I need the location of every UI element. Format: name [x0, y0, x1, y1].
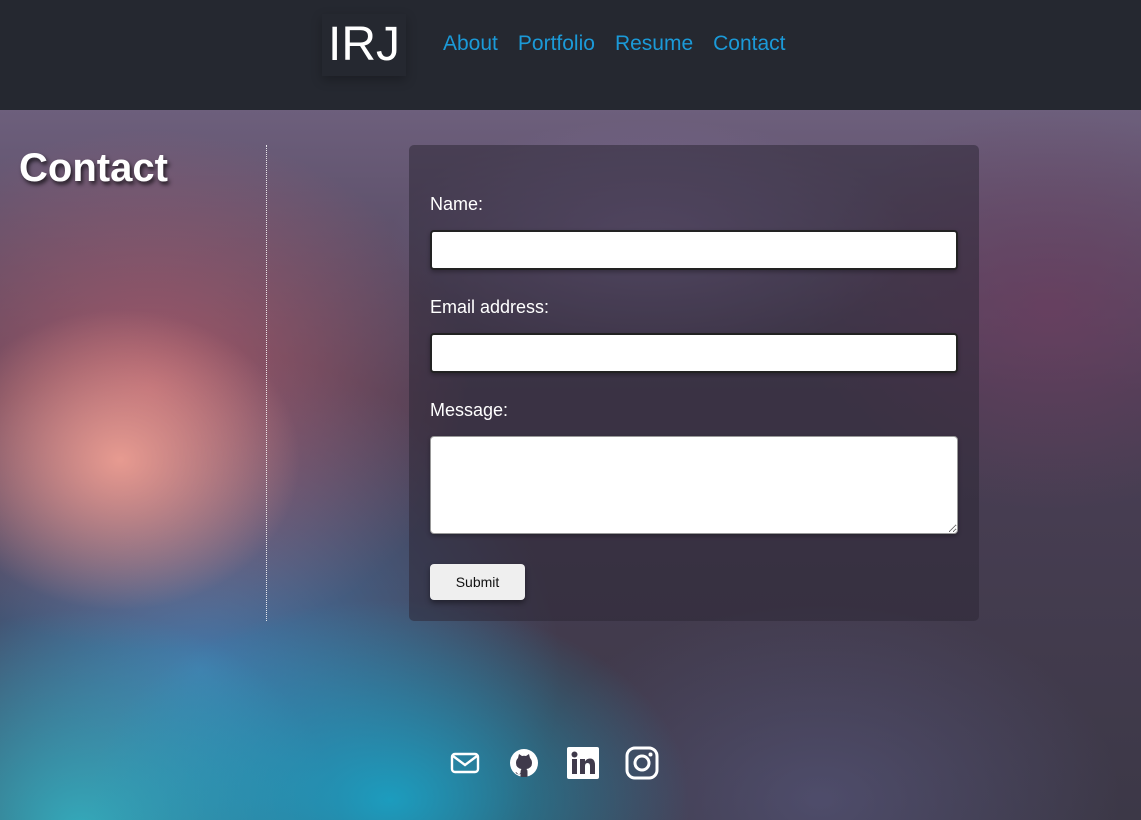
- logo[interactable]: IRJ: [322, 14, 406, 76]
- site-header: IRJ About Portfolio Resume Contact: [0, 0, 1141, 110]
- email-label: Email address:: [430, 297, 550, 317]
- linkedin-icon[interactable]: [566, 746, 600, 780]
- github-icon[interactable]: [507, 746, 541, 780]
- email-input[interactable]: [430, 333, 958, 373]
- nav-resume[interactable]: Resume: [615, 32, 693, 56]
- message-textarea[interactable]: [430, 436, 958, 534]
- message-label: Message:: [430, 400, 509, 420]
- social-links: [448, 746, 659, 780]
- name-label: Name:: [430, 194, 484, 214]
- instagram-icon[interactable]: [625, 746, 659, 780]
- mail-icon[interactable]: [448, 746, 482, 780]
- nav-contact[interactable]: Contact: [713, 32, 785, 56]
- main-nav: About Portfolio Resume Contact: [443, 32, 786, 56]
- nav-about[interactable]: About: [443, 32, 498, 56]
- page-title: Contact: [19, 146, 168, 190]
- submit-button[interactable]: Submit: [430, 564, 525, 600]
- nav-portfolio[interactable]: Portfolio: [518, 32, 595, 56]
- contact-form: Name: Email address: Message: Submit: [409, 145, 979, 621]
- name-input[interactable]: [430, 230, 958, 270]
- divider: [266, 145, 267, 621]
